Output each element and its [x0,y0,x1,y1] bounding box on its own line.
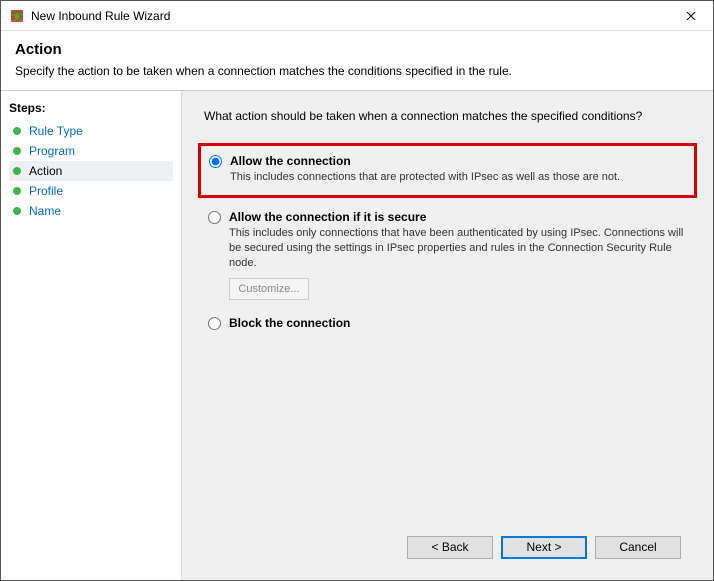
step-profile[interactable]: Profile [9,181,173,201]
option-desc: This includes only connections that have… [229,226,695,271]
page-subtitle: Specify the action to be taken when a co… [15,64,699,78]
wizard-footer: < Back Next > Cancel [204,524,695,570]
step-label: Rule Type [29,124,83,138]
customize-button: Customize... [229,278,309,300]
steps-title: Steps: [9,101,173,115]
step-label: Profile [29,184,63,198]
titlebar: New Inbound Rule Wizard [1,1,713,31]
option-title: Block the connection [229,316,695,330]
wizard-window: New Inbound Rule Wizard Action Specify t… [0,0,714,581]
options-group: Allow the connection This includes conne… [204,143,695,524]
bullet-icon [13,127,21,135]
step-label: Action [29,164,62,178]
option-block: Block the connection [204,316,695,332]
steps-sidebar: Steps: Rule Type Program Action Profile … [1,91,181,580]
window-title: New Inbound Rule Wizard [31,9,668,23]
option-allow: Allow the connection This includes conne… [198,143,697,198]
step-rule-type[interactable]: Rule Type [9,121,173,141]
firewall-icon [9,8,25,24]
step-action[interactable]: Action [9,161,173,181]
radio-block[interactable] [208,317,221,330]
bullet-icon [13,187,21,195]
back-button[interactable]: < Back [407,536,493,559]
cancel-button[interactable]: Cancel [595,536,681,559]
option-title: Allow the connection if it is secure [229,210,695,224]
bullet-icon [13,167,21,175]
close-button[interactable] [668,1,713,31]
option-desc: This includes connections that are prote… [230,170,684,185]
main-pane: What action should be taken when a conne… [181,91,713,580]
wizard-header: Action Specify the action to be taken wh… [1,31,713,90]
radio-allow-secure[interactable] [208,211,221,224]
step-program[interactable]: Program [9,141,173,161]
bullet-icon [13,207,21,215]
radio-allow[interactable] [209,155,222,168]
bullet-icon [13,147,21,155]
prompt-text: What action should be taken when a conne… [204,109,695,123]
step-label: Program [29,144,75,158]
page-title: Action [15,41,699,58]
option-title: Allow the connection [230,154,684,168]
wizard-body: Steps: Rule Type Program Action Profile … [1,91,713,580]
step-name[interactable]: Name [9,201,173,221]
option-allow-secure: Allow the connection if it is secure Thi… [204,210,695,301]
step-label: Name [29,204,61,218]
next-button[interactable]: Next > [501,536,587,559]
